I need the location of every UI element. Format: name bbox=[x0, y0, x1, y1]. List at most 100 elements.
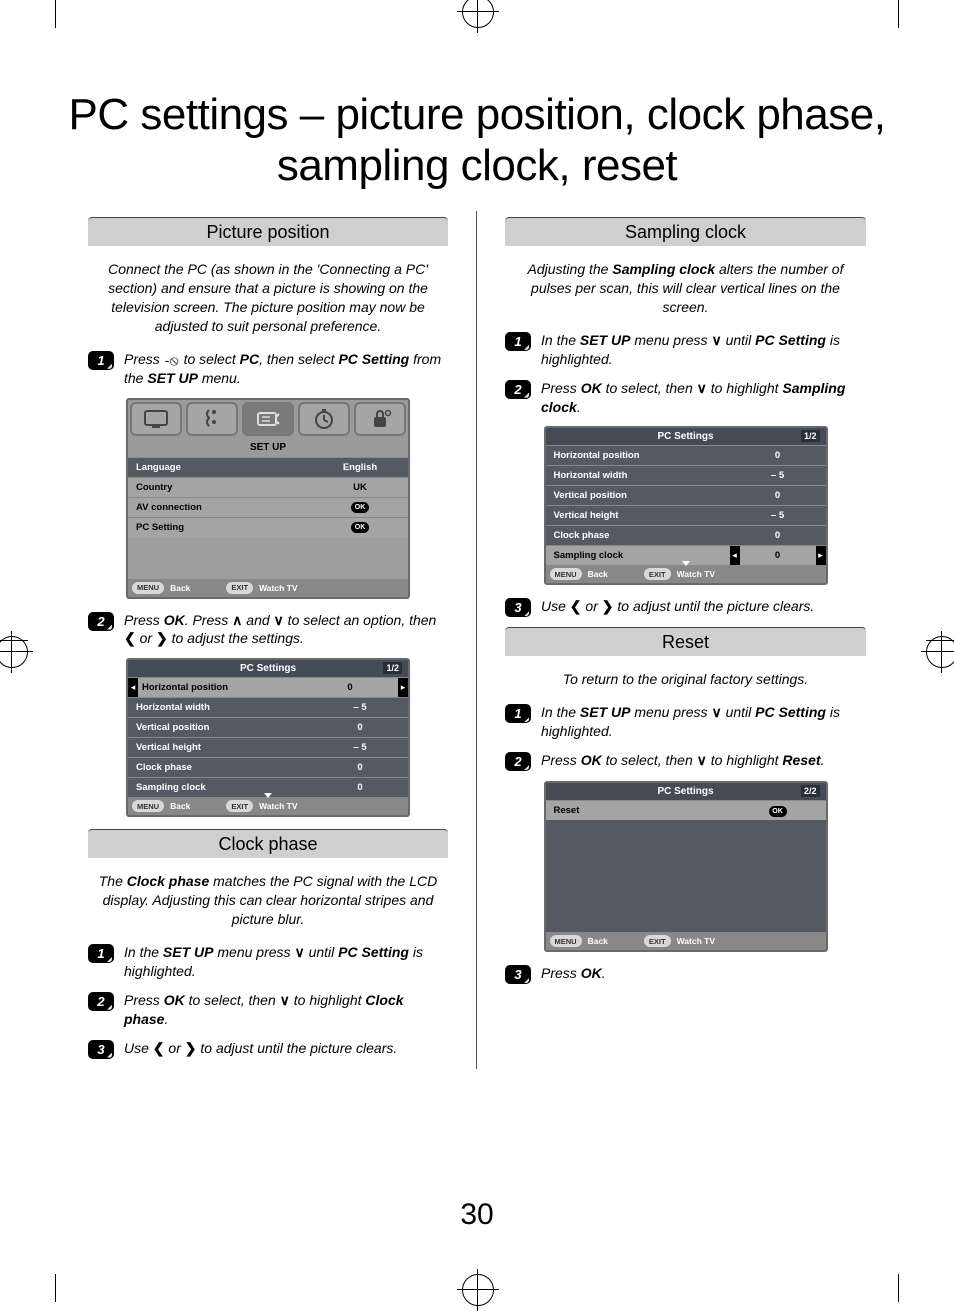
menu-pill: MENU bbox=[550, 568, 582, 580]
exit-pill: EXIT bbox=[226, 800, 253, 812]
intro-picture-position: Connect the PC (as shown in the 'Connect… bbox=[90, 260, 446, 336]
ok-icon: OK bbox=[351, 522, 369, 533]
osd-pc-settings-1: PC Settings 1/2 ◂Horizontal position0▸ H… bbox=[126, 658, 410, 817]
osd-icon-timer bbox=[298, 402, 350, 436]
osd-icon-picture bbox=[130, 402, 182, 436]
osd-row-label: Vertical height bbox=[128, 742, 312, 753]
step-badge-2: 2 bbox=[505, 380, 531, 399]
osd-pc-reset: PC Settings 2/2 ResetOK MENU Back EXIT W… bbox=[544, 781, 828, 952]
foot-watch: Watch TV bbox=[259, 583, 297, 593]
osd-icon-sound bbox=[186, 402, 238, 436]
foot-back: Back bbox=[170, 583, 190, 593]
left-arrow-icon: ◂ bbox=[128, 678, 138, 697]
step-badge-1: 1 bbox=[505, 704, 531, 723]
reset-step1: In the SET UP menu press ∨ until PC Sett… bbox=[541, 703, 866, 741]
ok-icon: OK bbox=[769, 806, 787, 817]
foot-back: Back bbox=[588, 569, 608, 579]
sampling-step1: In the SET UP menu press ∨ until PC Sett… bbox=[541, 331, 866, 369]
step-badge-3: 3 bbox=[505, 965, 531, 984]
osd-row-label: Vertical position bbox=[546, 490, 730, 501]
down-arrow-icon bbox=[682, 561, 690, 566]
osd-row-label: Sampling clock bbox=[546, 550, 730, 561]
down-icon: ∨ bbox=[274, 612, 284, 628]
down-arrow-icon bbox=[264, 793, 272, 798]
picture-position-step1: Press -⦸ to select PC, then select PC Se… bbox=[124, 350, 448, 388]
menu-pill: MENU bbox=[132, 800, 164, 812]
up-icon: ∧ bbox=[232, 612, 242, 628]
page-title: PC settings – picture position, clock ph… bbox=[60, 90, 894, 191]
intro-clock-phase: The Clock phase matches the PC signal wi… bbox=[90, 872, 446, 929]
osd-row-label: Horizontal position bbox=[546, 450, 730, 461]
step-badge-1: 1 bbox=[88, 351, 114, 370]
down-icon: ∨ bbox=[280, 992, 290, 1008]
page-number: 30 bbox=[0, 1198, 954, 1232]
osd-title: PC Settings bbox=[657, 786, 713, 797]
osd-row-value: – 5 bbox=[312, 742, 408, 753]
step-badge-1: 1 bbox=[505, 332, 531, 351]
up-arrow-icon bbox=[682, 781, 690, 783]
osd-row-value: 0 bbox=[312, 762, 408, 773]
step-badge-3: 3 bbox=[88, 1040, 114, 1059]
osd-paginator: 1/2 bbox=[801, 430, 820, 442]
down-icon: ∨ bbox=[711, 704, 721, 720]
osd-row-value: 0 bbox=[302, 682, 398, 693]
exit-pill: EXIT bbox=[644, 935, 671, 947]
left-arrow-icon: ◂ bbox=[730, 546, 740, 565]
sampling-step2: Press OK to select, then ∨ to highlight … bbox=[541, 379, 866, 417]
osd-row-value: – 5 bbox=[312, 702, 408, 713]
osd-row-value: English bbox=[312, 462, 408, 473]
menu-pill: MENU bbox=[132, 582, 164, 594]
step-badge-3: 3 bbox=[505, 598, 531, 617]
reset-step3: Press OK. bbox=[541, 964, 606, 983]
osd-row-label: Horizontal width bbox=[546, 470, 730, 481]
osd-row-label: Clock phase bbox=[546, 530, 730, 541]
osd-row-label: Reset bbox=[546, 805, 730, 816]
osd-title: PC Settings bbox=[657, 431, 713, 442]
osd-icon-setup bbox=[242, 402, 294, 436]
step-badge-2: 2 bbox=[88, 992, 114, 1011]
section-clock-phase: Clock phase bbox=[88, 829, 448, 858]
down-icon: ∨ bbox=[697, 380, 707, 396]
osd-row-value: 0 bbox=[312, 722, 408, 733]
foot-back: Back bbox=[170, 801, 190, 811]
down-icon: ∨ bbox=[697, 752, 707, 768]
left-icon: ❮ bbox=[570, 598, 582, 614]
down-icon: ∨ bbox=[294, 944, 304, 960]
osd-row-value: – 5 bbox=[730, 470, 826, 481]
exit-pill: EXIT bbox=[644, 568, 671, 580]
osd-row-label: Horizontal position bbox=[138, 682, 302, 693]
osd-row-label: Language bbox=[128, 462, 312, 473]
step-badge-2: 2 bbox=[88, 612, 114, 631]
down-icon: ∨ bbox=[711, 332, 721, 348]
osd-row-label: Horizontal width bbox=[128, 702, 312, 713]
intro-sampling-clock: Adjusting the Sampling clock alters the … bbox=[507, 260, 864, 317]
osd-row-label: AV connection bbox=[128, 502, 312, 513]
osd-setup: SET UP LanguageEnglish CountryUK AV conn… bbox=[126, 398, 410, 599]
osd-row-value: OK bbox=[312, 521, 408, 533]
osd-row-value: OK bbox=[730, 805, 826, 817]
osd-row-value: UK bbox=[312, 482, 408, 493]
osd-row-value: – 5 bbox=[730, 510, 826, 521]
input-icon: -⦸ bbox=[164, 354, 180, 366]
clock-phase-step3: Use ❮ or ❯ to adjust until the picture c… bbox=[124, 1039, 397, 1058]
osd-paginator: 1/2 bbox=[383, 662, 402, 674]
right-arrow-icon: ▸ bbox=[816, 546, 826, 565]
osd-row-value: 0 bbox=[730, 530, 826, 541]
section-sampling-clock: Sampling clock bbox=[505, 217, 866, 246]
left-icon: ❮ bbox=[124, 630, 136, 646]
right-icon: ❯ bbox=[156, 630, 168, 646]
foot-watch: Watch TV bbox=[259, 801, 297, 811]
step-badge-2: 2 bbox=[505, 752, 531, 771]
osd-row-label: Vertical height bbox=[546, 510, 730, 521]
menu-pill: MENU bbox=[550, 935, 582, 947]
reset-step2: Press OK to select, then ∨ to highlight … bbox=[541, 751, 824, 770]
osd-icon-lock bbox=[354, 402, 406, 436]
clock-phase-step1: In the SET UP menu press ∨ until PC Sett… bbox=[124, 943, 448, 981]
osd-title: PC Settings bbox=[240, 663, 296, 674]
intro-reset: To return to the original factory settin… bbox=[507, 670, 864, 689]
osd-row-value: 0 bbox=[312, 782, 408, 793]
section-reset: Reset bbox=[505, 627, 866, 656]
osd-row-value: 0 bbox=[740, 550, 816, 561]
left-icon: ❮ bbox=[153, 1040, 165, 1056]
right-icon: ❯ bbox=[602, 598, 614, 614]
